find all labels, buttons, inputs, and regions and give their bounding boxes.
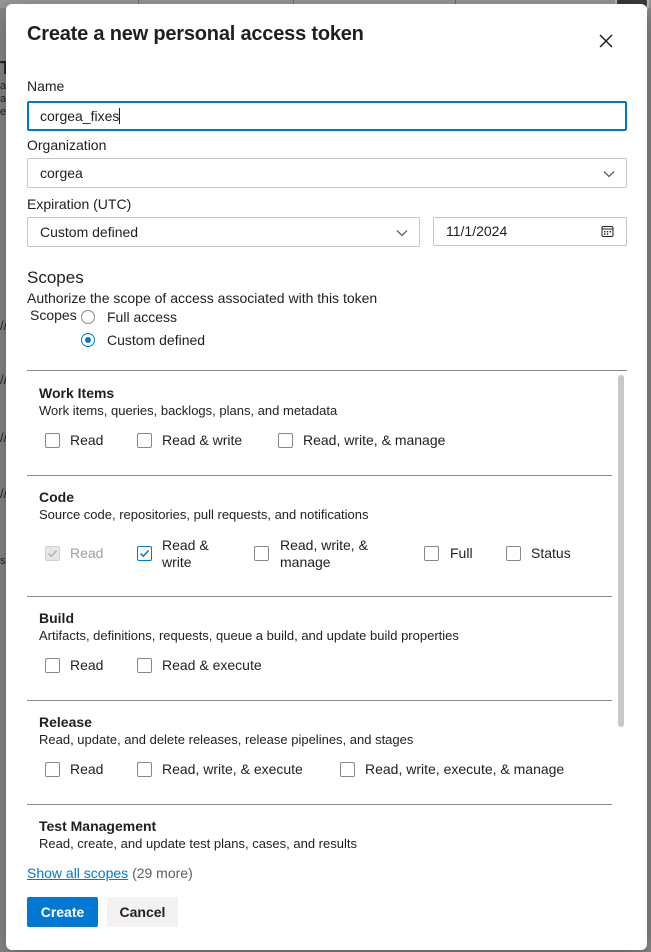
checkbox-build-read[interactable] <box>45 658 60 673</box>
scopes-radio-label: Scopes <box>30 307 77 323</box>
checkmark-icon <box>139 549 150 558</box>
show-all-scopes-row: Show all scopes (29 more) <box>27 865 193 881</box>
section-description: Artifacts, definitions, requests, queue … <box>39 628 459 643</box>
checkbox-code-status[interactable] <box>506 546 521 561</box>
scopes-list[interactable]: Work Items Work items, queries, backlogs… <box>27 370 627 851</box>
expiration-date-input[interactable]: 11/1/2024 <box>433 217 627 246</box>
checkbox-label: Status <box>531 545 571 561</box>
chevron-down-icon <box>603 171 615 178</box>
section-description: Work items, queries, backlogs, plans, an… <box>39 403 338 418</box>
close-button[interactable] <box>595 30 617 52</box>
section-title: Test Management <box>39 818 157 834</box>
checkmark-icon <box>48 550 58 558</box>
name-input-value: corgea_fixes <box>40 108 120 124</box>
checkbox-code-manage[interactable] <box>254 546 269 561</box>
checkbox-release-read-write-execute[interactable] <box>137 762 152 777</box>
radio-button[interactable] <box>81 310 95 324</box>
more-scopes-count: (29 more) <box>132 865 193 881</box>
checkbox-label: Read, write, execute, & manage <box>365 761 565 777</box>
radio-button[interactable] <box>81 333 95 347</box>
name-label: Name <box>27 78 65 94</box>
dialog-title: Create a new personal access token <box>27 23 364 45</box>
section-title: Work Items <box>39 385 115 401</box>
checkbox-work-items-manage[interactable] <box>278 433 293 448</box>
section-title: Release <box>39 714 92 730</box>
checkbox-work-items-read-write[interactable] <box>137 433 152 448</box>
section-divider <box>27 475 612 476</box>
scrollbar-thumb[interactable] <box>618 375 624 727</box>
checkbox-label: Full <box>450 545 473 561</box>
checkbox-label: Read, write, & manage <box>303 432 446 448</box>
chevron-down-icon <box>396 230 408 237</box>
checkbox-label: Read <box>70 657 104 673</box>
create-token-dialog: Create a new personal access token Name … <box>6 4 647 950</box>
expiration-label: Expiration (UTC) <box>27 196 132 212</box>
checkbox-label: Read & write <box>162 432 243 448</box>
background-text: s <box>0 555 6 567</box>
expiration-value: Custom defined <box>40 224 139 240</box>
calendar-icon[interactable] <box>601 225 614 238</box>
checkbox-label: manage <box>280 554 331 570</box>
expiration-date-value: 11/1/2024 <box>446 223 508 239</box>
checkbox-release-manage[interactable] <box>340 762 355 777</box>
section-title: Code <box>39 489 74 505</box>
organization-label: Organization <box>27 137 107 153</box>
name-input[interactable]: corgea_fixes <box>27 101 627 131</box>
section-title: Build <box>39 610 74 626</box>
scopes-description: Authorize the scope of access associated… <box>27 290 378 306</box>
checkbox-label: write <box>162 554 192 570</box>
checkbox-label: Read, write, & <box>280 537 368 553</box>
section-divider <box>27 700 612 701</box>
organization-dropdown[interactable]: corgea <box>27 158 627 188</box>
checkbox-build-read-execute[interactable] <box>137 658 152 673</box>
checkbox-code-read-write[interactable] <box>137 546 152 561</box>
section-description: Read, update, and delete releases, relea… <box>39 732 414 747</box>
organization-value: corgea <box>40 165 83 181</box>
close-icon <box>599 34 613 48</box>
expiration-dropdown[interactable]: Custom defined <box>27 217 420 247</box>
show-all-scopes-link[interactable]: Show all scopes <box>27 865 128 881</box>
radio-label: Custom defined <box>107 332 206 348</box>
checkbox-label: Read <box>70 432 104 448</box>
checkbox-label: Read <box>70 761 104 777</box>
checkbox-code-read <box>45 546 60 561</box>
section-divider <box>27 596 612 597</box>
text-caret <box>119 108 121 124</box>
checkbox-release-read[interactable] <box>45 762 60 777</box>
cancel-button[interactable]: Cancel <box>107 897 178 927</box>
checkbox-code-full[interactable] <box>424 546 439 561</box>
checkbox-label: Read, write, & execute <box>162 761 303 777</box>
section-description: Source code, repositories, pull requests… <box>39 507 369 522</box>
checkbox-label: Read <box>70 545 104 561</box>
checkbox-label: Read & execute <box>162 657 262 673</box>
radio-label: Full access <box>107 309 178 325</box>
section-description: Read, create, and update test plans, cas… <box>39 836 357 851</box>
checkbox-work-items-read[interactable] <box>45 433 60 448</box>
create-button[interactable]: Create <box>27 897 98 927</box>
checkbox-label: Read & <box>162 537 209 553</box>
section-divider <box>27 804 612 805</box>
scopes-heading: Scopes <box>27 268 84 287</box>
